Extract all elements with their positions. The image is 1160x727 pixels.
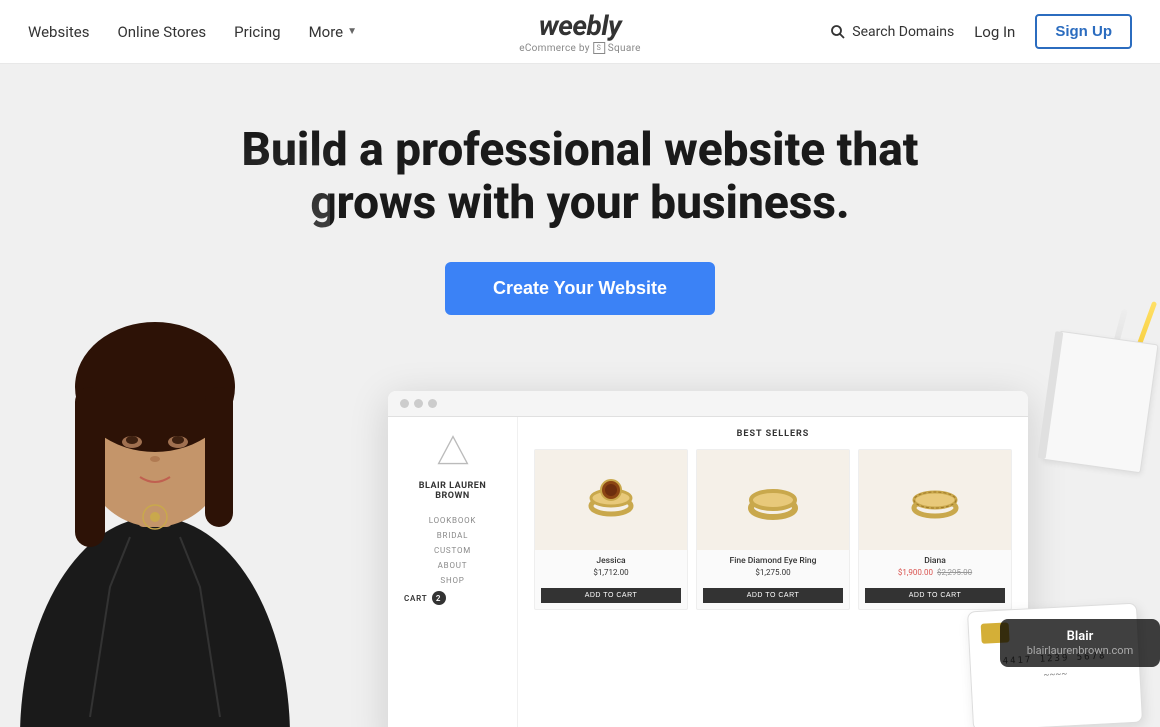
ring-image-jessica <box>579 468 644 533</box>
sidebar-menu-item: BRIDAL <box>404 528 501 543</box>
nav-online-stores[interactable]: Online Stores <box>117 23 206 41</box>
cart-label: CART <box>404 594 428 603</box>
create-website-button[interactable]: Create Your Website <box>445 262 715 315</box>
product-card-diamond-ring: Fine Diamond Eye Ring $1,275.00 ADD TO C… <box>696 449 850 610</box>
hero-title: Build a professional website that grows … <box>230 124 930 230</box>
browser-dot-1 <box>400 399 409 408</box>
product-sale-price: $1,900.00 <box>898 568 933 577</box>
product-info-jessica: Jessica $1,712.00 ADD TO CART <box>535 550 687 609</box>
logo-subtitle: eCommerce by S Square <box>519 42 641 54</box>
product-image-jessica <box>535 450 687 550</box>
person-overlay <box>0 137 330 727</box>
store-logo-icon <box>435 433 471 469</box>
square-icon: S <box>593 42 605 54</box>
store-content: BLAIR LAUREN BROWN LOOKBOOK BRIDAL CUSTO… <box>388 417 1028 727</box>
store-sidebar: BLAIR LAUREN BROWN LOOKBOOK BRIDAL CUSTO… <box>388 417 518 727</box>
product-card-jessica: Jessica $1,712.00 ADD TO CART <box>534 449 688 610</box>
sidebar-menu-item: LOOKBOOK <box>404 513 501 528</box>
cart-count-badge: 2 <box>432 591 446 605</box>
main-nav: Websites Online Stores Pricing More ▼ <box>28 23 357 41</box>
card-signature: ~~~~ <box>983 666 1127 684</box>
ring-image-diamond <box>741 468 806 533</box>
product-info-diamond-ring: Fine Diamond Eye Ring $1,275.00 ADD TO C… <box>697 550 849 609</box>
person-illustration <box>0 157 310 727</box>
store-mockup: BLAIR LAUREN BROWN LOOKBOOK BRIDAL CUSTO… <box>388 391 1028 727</box>
blair-info-card: Blair blairlaurenbrown.com <box>1000 619 1160 667</box>
nav-websites[interactable]: Websites <box>28 23 89 41</box>
browser-chrome <box>388 391 1028 417</box>
sidebar-menu-item: CUSTOM <box>404 543 501 558</box>
stationery-overlay: 4417 1239 5678 ~~~~ Blair blairlaurenbro… <box>940 277 1160 727</box>
search-domains-button[interactable]: Search Domains <box>830 24 954 40</box>
header-actions: Search Domains Log In Sign Up <box>830 14 1132 49</box>
browser-dot-3 <box>428 399 437 408</box>
product-price-jessica: $1,712.00 <box>541 568 681 577</box>
notebook-icon <box>1041 331 1158 474</box>
sidebar-cart-item: CART 2 <box>404 588 501 608</box>
main-header: Websites Online Stores Pricing More ▼ we… <box>0 0 1160 64</box>
signup-button[interactable]: Sign Up <box>1035 14 1132 49</box>
browser-dot-2 <box>414 399 423 408</box>
blair-name: Blair <box>1014 629 1146 644</box>
product-image-diamond-ring <box>697 450 849 550</box>
sidebar-menu-item: SHOP <box>404 573 501 588</box>
blair-url: blairlaurenbrown.com <box>1014 644 1146 657</box>
add-to-cart-diamond-ring[interactable]: ADD TO CART <box>703 588 843 603</box>
weebly-logo[interactable]: weebly <box>539 9 621 42</box>
product-price-diamond-ring: $1,275.00 <box>703 568 843 577</box>
search-icon <box>830 24 846 40</box>
nav-pricing[interactable]: Pricing <box>234 23 280 41</box>
login-button[interactable]: Log In <box>974 23 1015 41</box>
store-brand-name: BLAIR LAUREN BROWN <box>404 481 501 501</box>
add-to-cart-jessica[interactable]: ADD TO CART <box>541 588 681 603</box>
logo-area: weebly eCommerce by S Square <box>519 9 641 54</box>
sidebar-menu-item: ABOUT <box>404 558 501 573</box>
nav-more[interactable]: More ▼ <box>309 23 357 41</box>
product-name-jessica: Jessica <box>541 556 681 566</box>
store-sidebar-menu: LOOKBOOK BRIDAL CUSTOM ABOUT SHOP CART 2 <box>404 513 501 608</box>
hero-section: Build a professional website that grows … <box>0 64 1160 727</box>
chevron-down-icon: ▼ <box>347 26 357 37</box>
product-name-diamond-ring: Fine Diamond Eye Ring <box>703 556 843 566</box>
